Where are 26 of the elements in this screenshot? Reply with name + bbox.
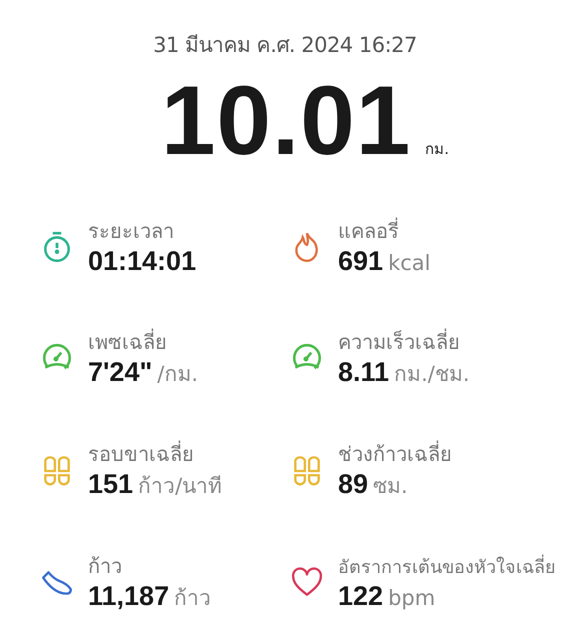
stat-value: 151 [88, 469, 134, 500]
stat-label: ช่วงก้าวเฉลี่ย [338, 440, 453, 468]
stat-label: อัตราการเต้นของหัวใจเฉลี่ย [338, 554, 557, 580]
stat-unit: ก้าว/นาที [138, 473, 222, 500]
stat-unit: กม./ชม. [394, 361, 470, 388]
stat-unit: /กม. [157, 361, 198, 388]
stat-unit: ก้าว [174, 585, 212, 612]
stat-value: 11,187 [88, 581, 170, 612]
stat-label: ความเร็วเฉลี่ย [338, 328, 461, 356]
stat-value: 7'24" [88, 357, 152, 388]
distance-unit: กม. [425, 139, 450, 160]
date-time: 31 มีนาคม ค.ศ. 2024 16:27 [152, 32, 418, 59]
stat-value: 691 [338, 246, 384, 278]
stat-label: ระยะเวลา [88, 218, 175, 246]
stat-label: เพซเฉลี่ย [88, 328, 168, 356]
stat-value: 01:14:01 [88, 246, 196, 278]
stat-label: ก้าว [88, 553, 123, 580]
stat-value: 89 [338, 469, 368, 500]
stat-unit: bpm [388, 586, 436, 610]
stat-value: 8.11 [338, 357, 390, 388]
stat-unit: kcal [388, 251, 430, 276]
stat-unit: ซม. [373, 473, 408, 500]
stat-label: รอบขาเฉลี่ย [88, 440, 195, 468]
stat-value: 122 [338, 580, 384, 612]
distance-value: 10.01 [160, 67, 412, 175]
stat-label: แคลอรี่ [338, 216, 400, 246]
